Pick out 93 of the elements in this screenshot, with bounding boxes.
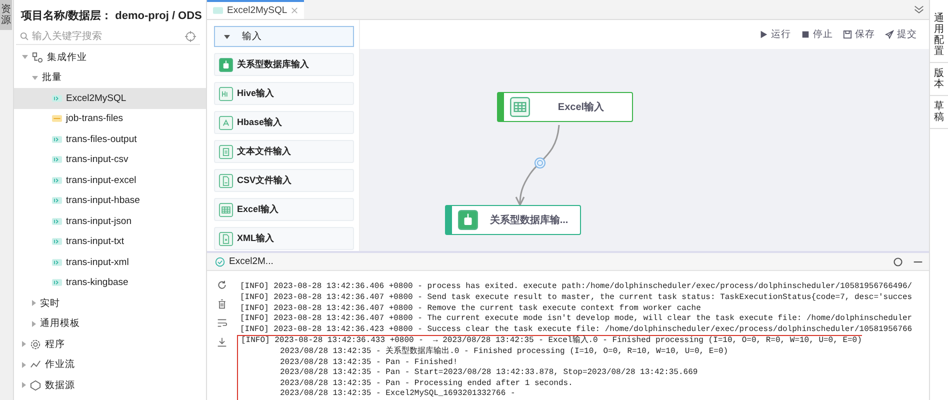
log-line: [INFO] 2023-08-28 13:42:36.407 +0800 - The current execute mode isn't develop mode, will clear the task execute file: /home/dolphinscheduler: [239, 314, 912, 325]
save-button[interactable]: 保存: [843, 28, 875, 42]
palette-item[interactable]: Excel输入: [214, 198, 354, 222]
flow-nodes-icon: [32, 52, 43, 63]
transform-file-icon: [52, 197, 62, 204]
target-icon[interactable]: [185, 31, 196, 42]
tree-item[interactable]: trans-input-xml: [14, 252, 206, 272]
log-tab[interactable]: Excel2M...: [207, 256, 274, 268]
transform-file-icon: [213, 7, 223, 14]
palette-item[interactable]: 文本文件输入: [214, 140, 354, 164]
paper-plane-icon: [885, 30, 894, 40]
submit-button[interactable]: 提交: [885, 28, 917, 42]
log-line: [INFO] 2023-08-28 13:42:36.433 +0800 - → 2023/08/28 13:42:35 - Excel输入.0 - Finished processing (I=10, O=0, R=0, W=10, U=0, E=0): [237, 335, 862, 348]
save-icon: [843, 30, 852, 40]
zigzag-line-icon: [30, 359, 41, 370]
side-tab[interactable]: 通用配置: [930, 8, 948, 63]
transform-file-icon: [52, 258, 62, 266]
transform-file-icon: [52, 136, 62, 143]
run-button[interactable]: 运行: [759, 28, 791, 42]
tree-item[interactable]: trans-input-hbase: [14, 190, 206, 211]
transform-file-icon: [52, 156, 62, 164]
editor-tab[interactable]: Excel2MySQL: [207, 0, 304, 20]
caret-icon: [32, 76, 38, 80]
palette-item[interactable]: Hive输入: [214, 82, 354, 106]
tree-item[interactable]: 批量: [14, 68, 206, 88]
database-icon: [219, 58, 233, 72]
tree-item[interactable]: Excel2MySQL: [14, 88, 206, 108]
search-icon: [20, 32, 29, 41]
log-line: 2023/08/28 13:42:35 - 关系型数据库输出.0 - Finished processing (I=10, O=0, R=10, W=10, U=0, E=0): [237, 347, 728, 358]
flow-node[interactable]: 关系型数据库输...: [445, 205, 581, 236]
tree-item[interactable]: trans-files-output: [14, 129, 206, 150]
log-line: [INFO] 2023-08-28 13:42:36.423 +0800 - Success clear the task execute file: /home/dolphinscheduler/exec/process/dolphinscheduler/10581956766: [239, 324, 912, 336]
csv-file-icon: [219, 174, 233, 188]
palette-item[interactable]: 关系型数据库输入: [214, 53, 354, 76]
connector-handle-icon[interactable]: [534, 157, 546, 170]
log-line: 2023/08/28 13:42:35 - Pan - Finished!: [237, 358, 458, 368]
refresh-icon[interactable]: [217, 280, 227, 290]
circle-icon[interactable]: [893, 256, 903, 267]
tree-item[interactable]: 数据源: [14, 375, 206, 396]
wrap-text-icon[interactable]: [217, 318, 227, 328]
tree-item[interactable]: job-trans-files: [14, 108, 206, 129]
tree-item[interactable]: 实时: [14, 293, 206, 314]
palette-item[interactable]: Hbase输入: [214, 111, 354, 134]
side-tab[interactable]: 资源: [0, 0, 12, 30]
gear-icon: [30, 338, 41, 350]
transform-file-icon: [52, 176, 62, 184]
log-line: 2023/08/28 13:42:35 - Excel2MySQL_1693201332766 -: [237, 389, 516, 400]
xml-file-icon: [219, 232, 233, 246]
stop-button[interactable]: 停止: [801, 28, 833, 42]
caret-icon: [32, 320, 36, 327]
log-line: [INFO] 2023-08-28 13:42:36.407 +0800 - Send task execute result to master, the current task status: TaskExecutionStatus{code=7, desc='succes: [239, 293, 912, 304]
flow-node[interactable]: Excel输入: [497, 92, 633, 122]
text-file-icon: [219, 144, 233, 159]
tree-item[interactable]: 通用模板: [14, 314, 206, 334]
tree-item[interactable]: trans-input-txt: [14, 232, 206, 252]
palette-group-header[interactable]: 输入: [214, 26, 354, 48]
log-line: [INFO] 2023-08-28 13:42:36.407 +0800 - Remove the current task execute context from worker cache: [239, 304, 701, 314]
hbase-icon: [219, 116, 233, 130]
tree-item[interactable]: 作业流: [14, 354, 206, 375]
table-icon: [219, 202, 233, 217]
transform-file-icon: [52, 279, 62, 286]
palette-item[interactable]: XML输入: [214, 227, 354, 250]
caret-icon: [22, 382, 26, 388]
caret-icon: [22, 55, 28, 60]
log-line: 2023/08/28 13:42:35 - Pan - Processing ended after 1 seconds.: [237, 378, 573, 390]
caret-icon: [22, 362, 26, 368]
tree-item[interactable]: 程序: [14, 334, 206, 354]
tree-item[interactable]: trans-input-excel: [14, 170, 206, 190]
play-icon: [759, 30, 768, 40]
caret-icon: [224, 34, 230, 39]
tree-item[interactable]: trans-input-csv: [14, 150, 206, 170]
hive-icon: [219, 86, 233, 101]
download-icon[interactable]: [217, 337, 227, 348]
side-tab[interactable]: 版本: [930, 63, 948, 96]
caret-icon: [32, 300, 36, 306]
transform-file-icon: [52, 218, 62, 225]
log-line: 2023/08/28 13:42:35 - Pan - Start=2023/08/28 13:42:33.878, Stop=2023/08/28 13:42:35.669: [237, 368, 698, 379]
tree-item[interactable]: trans-input-json: [14, 211, 206, 232]
caret-icon: [22, 341, 26, 348]
tree-item[interactable]: trans-kingbase: [14, 272, 206, 293]
project-title: 项目名称/数据层： demo-proj / ODS: [20, 8, 203, 24]
database-icon: [458, 210, 478, 230]
side-tab[interactable]: 草稿: [930, 96, 948, 129]
palette-item[interactable]: CSV文件输入: [214, 169, 354, 192]
stop-icon: [801, 30, 810, 40]
transform-file-icon: [52, 94, 62, 102]
transform-file-icon: [52, 238, 62, 246]
trash-icon[interactable]: [217, 299, 227, 310]
double-chevron-icon[interactable]: [914, 5, 924, 14]
log-line: [INFO] 2023-08-28 13:42:36.406 +0800 - process has exited. execute path:/home/dolphinscheduler/exec/process/dolphinscheduler/10581956766496/: [239, 282, 912, 293]
job-file-icon: [52, 115, 62, 122]
tree-item[interactable]: 集成作业: [14, 47, 206, 68]
table-icon: [510, 97, 530, 118]
